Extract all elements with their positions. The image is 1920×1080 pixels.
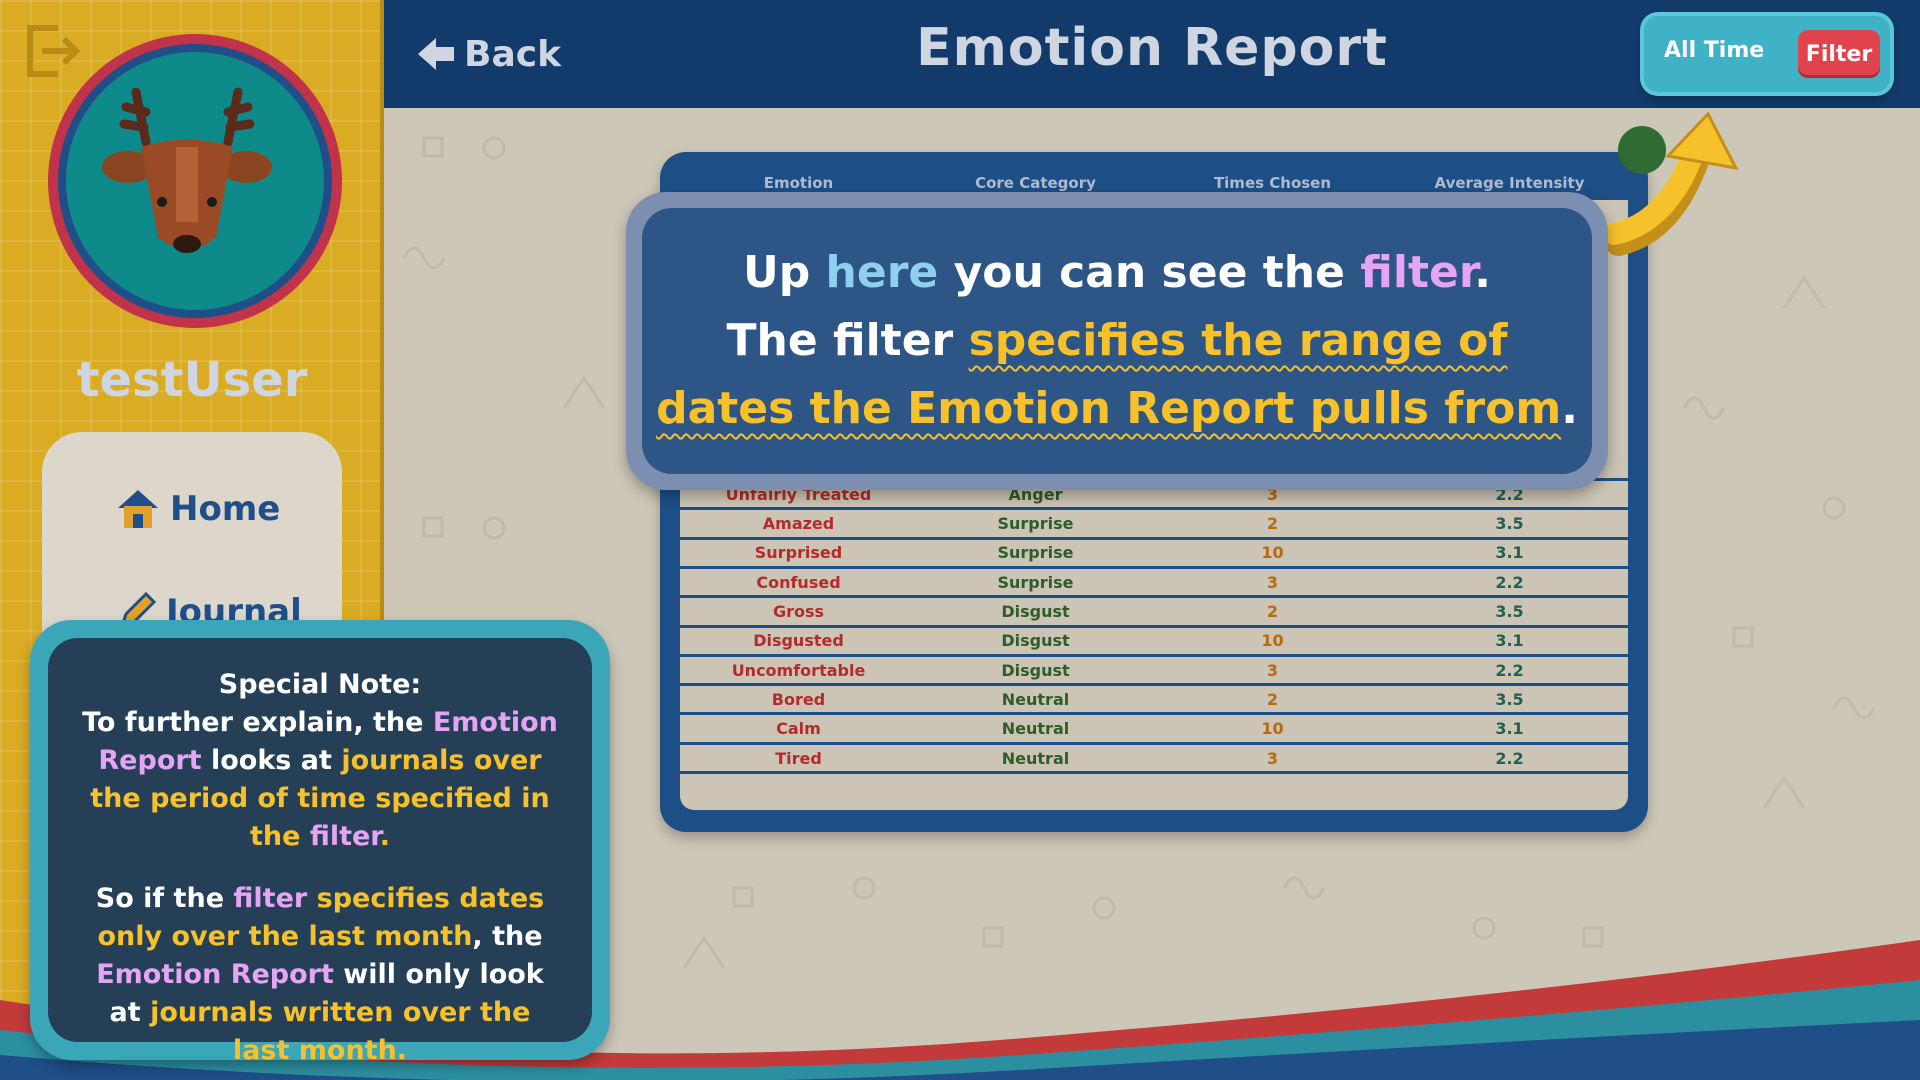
table-row: Disgusted Disgust 10 3.1 (680, 628, 1628, 657)
cell-average-intensity: 2.2 (1495, 572, 1524, 592)
cell-times-chosen: 3 (1266, 748, 1279, 768)
cell-times-chosen: 2 (1266, 514, 1279, 534)
cell-average-intensity: 2.2 (1495, 748, 1524, 768)
table-row: Gross Disgust 2 3.5 (680, 599, 1628, 628)
cell-emotion: Disgusted (753, 631, 844, 651)
note-text-part: looks at (201, 745, 342, 776)
cell-average-intensity: 3.1 (1495, 543, 1524, 563)
special-note-paragraph-1: To further explain, the Emotion Report l… (78, 704, 562, 856)
cell-emotion: Tired (775, 748, 822, 768)
callout-highlight-dates: dates the Emotion Report pulls from (656, 383, 1562, 434)
avatar (48, 34, 342, 328)
callout-text-part: Up (743, 247, 826, 298)
cell-times-chosen: 3 (1266, 572, 1279, 592)
nav-item-home[interactable]: Home (116, 488, 280, 530)
cell-times-chosen: 10 (1261, 631, 1284, 651)
header-bar: Back Emotion Report All Time Filter (384, 0, 1920, 108)
cell-average-intensity: 3.1 (1495, 631, 1524, 651)
deer-icon (102, 87, 272, 253)
cell-emotion: Calm (776, 719, 821, 739)
callout-text: Up here you can see the filter. The filt… (642, 208, 1592, 474)
table-row: Confused Surprise 3 2.2 (680, 569, 1628, 599)
house-icon (118, 490, 158, 528)
cell-times-chosen: 2 (1266, 602, 1279, 621)
cell-emotion: Amazed (762, 514, 835, 534)
cell-core-category: Surprise (997, 572, 1074, 592)
special-note-panel: Special Note: To further explain, the Em… (30, 620, 610, 1066)
special-note-text: Special Note: To further explain, the Em… (48, 638, 592, 1066)
note-highlight: filter (233, 883, 308, 914)
cell-times-chosen: 3 (1266, 660, 1279, 680)
cell-core-category: Disgust (1001, 602, 1070, 621)
cell-average-intensity: 3.5 (1495, 602, 1524, 621)
cell-emotion: Surprised (754, 543, 843, 563)
filter-button[interactable]: Filter (1798, 30, 1880, 78)
note-highlight: journals written over the last month. (150, 997, 531, 1066)
note-text-part: , the (472, 921, 543, 952)
cell-core-category: Disgust (1001, 660, 1070, 680)
table-row: Uncomfortable Disgust 3 2.2 (680, 657, 1628, 687)
username: testUser (76, 352, 308, 408)
filter-range-label: All Time (1664, 38, 1765, 63)
cell-emotion: Gross (772, 602, 825, 621)
callout-text-part: . (1474, 247, 1491, 298)
note-highlight: Emotion Report (96, 959, 334, 990)
cell-core-category: Neutral (1001, 719, 1070, 739)
cell-core-category: Neutral (1001, 748, 1070, 768)
table-row: Bored Neutral 2 3.5 (680, 686, 1628, 716)
callout-line-1: Up here you can see the filter. (743, 239, 1491, 307)
note-text-part: . (379, 821, 391, 852)
logout-icon[interactable] (24, 24, 82, 78)
table-row: Amazed Surprise 2 3.5 (680, 511, 1628, 540)
special-note-title: Special Note: (218, 669, 422, 700)
cell-emotion: Uncomfortable (731, 660, 866, 680)
callout-line-3: dates the Emotion Report pulls from. (656, 375, 1578, 443)
pointer-arrow-icon (1604, 112, 1739, 256)
cell-times-chosen: 10 (1261, 543, 1284, 563)
special-note-paragraph-2: So if the filter specifies dates only ov… (78, 880, 562, 1070)
cell-average-intensity: 3.5 (1495, 514, 1524, 534)
cell-times-chosen: 10 (1261, 719, 1284, 739)
cell-core-category: Neutral (1001, 689, 1070, 709)
note-text-part: To further explain, the (82, 707, 433, 738)
nav-label-home: Home (170, 489, 281, 529)
table-row: Calm Neutral 10 3.1 (680, 716, 1628, 745)
callout-text-part: The filter (726, 315, 969, 366)
cell-average-intensity: 3.1 (1495, 719, 1524, 739)
cell-core-category: Surprise (997, 543, 1074, 563)
cell-core-category: Disgust (1001, 631, 1070, 651)
callout-highlight-filter: filter (1360, 247, 1475, 298)
cell-average-intensity: 3.5 (1495, 689, 1524, 709)
cell-emotion: Bored (771, 689, 826, 709)
table-row: Tired Neutral 3 2.2 (680, 745, 1628, 774)
callout-highlight-here: here (825, 247, 939, 298)
cell-times-chosen: 2 (1266, 689, 1279, 709)
callout-text-part: . (1561, 383, 1578, 434)
table-row: Surprised Surprise 10 3.1 (680, 540, 1628, 569)
callout-highlight-range: specifies the range of (968, 315, 1508, 366)
tutorial-callout: Up here you can see the filter. The filt… (626, 192, 1608, 490)
cell-emotion: Confused (756, 572, 841, 592)
note-highlight: filter (309, 821, 380, 852)
cell-core-category: Surprise (997, 514, 1074, 534)
date-filter-control: All Time Filter (1644, 16, 1890, 92)
note-text-part: So if the (95, 883, 234, 914)
callout-line-2: The filter specifies the range of (726, 307, 1507, 375)
callout-text-part: you can see the (938, 247, 1361, 298)
cell-average-intensity: 2.2 (1495, 660, 1524, 680)
